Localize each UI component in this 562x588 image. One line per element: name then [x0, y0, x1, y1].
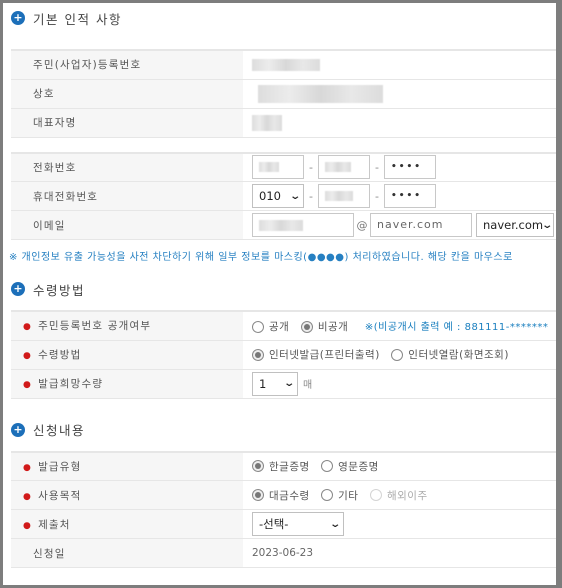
table-row: ● 발급희망수량 1 ⌄ 매 — [11, 369, 556, 399]
section-title: 신청내용 — [33, 423, 86, 438]
field-label: 사용목적 — [38, 489, 82, 502]
radio-button[interactable] — [300, 320, 313, 333]
table-row: 이메일 @ naver.com naver.com ⌄ — [11, 210, 556, 240]
radio-rrn-public[interactable]: 공개 — [252, 319, 289, 334]
receive-method-table: ● 주민등록번호 공개여부 공개 비공개 ※(비공개시 출력 예 : 881111… — [11, 310, 556, 399]
field-label: 상호 — [11, 79, 243, 109]
field-label: 수령방법 — [38, 349, 82, 361]
at-sign: @ — [356, 218, 368, 232]
field-label: 주민등록번호 공개여부 — [38, 320, 152, 333]
radio-other[interactable]: 기타 — [321, 488, 358, 503]
radio-payment-receipt[interactable]: 대금수령 — [252, 488, 310, 503]
mobile-part2-input[interactable] — [318, 184, 370, 208]
required-marker: ● — [23, 462, 33, 473]
masked-company-name — [258, 84, 383, 103]
masked-representative-name — [252, 114, 282, 131]
field-label: 신청일 — [11, 538, 243, 568]
section-title: 기본 인적 사항 — [33, 11, 122, 27]
field-label: 이메일 — [11, 210, 243, 240]
field-label: 휴대전화번호 — [11, 181, 243, 211]
table-row: ● 수령방법 인터넷발급(프린터출력) 인터넷열람(화면조회) — [11, 340, 556, 370]
table-row: 주민(사업자)등록번호 — [11, 50, 556, 80]
radio-rrn-private[interactable]: 비공개 — [300, 319, 348, 334]
phone-part1-input[interactable] — [252, 155, 304, 180]
required-marker: ● — [23, 520, 33, 531]
field-label: 제출처 — [38, 518, 71, 531]
chevron-down-icon: ⌄ — [282, 378, 295, 389]
field-label: 주민(사업자)등록번호 — [11, 50, 243, 80]
mobile-prefix-value: 010 — [259, 189, 281, 203]
table-row: 상호 — [11, 79, 556, 109]
chevron-down-icon: ⌄ — [288, 190, 301, 202]
plus-circle-icon: + — [11, 11, 25, 25]
section-title: 수령방법 — [33, 282, 86, 298]
radio-button-disabled — [369, 489, 382, 501]
rrn-private-note: ※(비공개시 출력 예 : 881111-******* — [364, 321, 549, 333]
email-domain-select[interactable]: naver.com ⌄ — [476, 213, 554, 237]
section-header-receive-method: + 수령방법 — [3, 274, 556, 304]
plus-circle-icon: + — [11, 282, 25, 296]
chevron-down-icon: ⌄ — [541, 219, 554, 231]
mobile-prefix-select[interactable]: 010 ⌄ — [252, 184, 304, 208]
contact-table: 전화번호 - - •••• 휴대전화번호 010 ⌄ - - •••• 이메일 @ naver… — [11, 151, 556, 240]
required-marker: ● — [23, 322, 33, 333]
copies-value: 1 — [259, 376, 267, 391]
application-form: + 기본 인적 사항 주민(사업자)등록번호 상호 대표자명 전화번호 - - ••… — [3, 3, 556, 585]
basic-info-table: 주민(사업자)등록번호 상호 대표자명 — [11, 49, 556, 138]
radio-internet-issue[interactable]: 인터넷발급(프린터출력) — [252, 347, 380, 362]
radio-button[interactable] — [252, 489, 264, 501]
radio-internet-view[interactable]: 인터넷열람(화면조회) — [391, 347, 509, 362]
phone-part2-input[interactable] — [318, 155, 370, 180]
radio-button[interactable] — [252, 320, 264, 333]
table-row: ● 사용목적 대금수령 기타 해외이주 — [11, 480, 556, 510]
required-marker: ● — [23, 380, 33, 390]
submit-to-select[interactable]: -선택- ⌄ — [252, 512, 344, 536]
field-label: 발급유형 — [38, 460, 82, 473]
radio-korean-cert[interactable]: 한글증명 — [252, 459, 310, 474]
table-row: 휴대전화번호 010 ⌄ - - •••• — [11, 181, 556, 211]
field-label: 발급희망수량 — [38, 378, 104, 390]
table-row: ● 주민등록번호 공개여부 공개 비공개 ※(비공개시 출력 예 : 881111… — [11, 311, 556, 341]
application-table: ● 발급유형 한글증명 영문증명 ● 사용목적 대금수령 기타 해외이주 ● 제출처 … — [11, 450, 556, 568]
section-header-basic-info: + 기본 인적 사항 — [3, 3, 556, 33]
section-header-application: + 신청내용 — [3, 415, 556, 445]
copies-unit: 매 — [303, 380, 313, 391]
table-row: 신청일 2023-06-23 — [11, 538, 556, 568]
radio-button[interactable] — [321, 489, 334, 501]
apply-date: 2023-06-23 — [243, 538, 556, 568]
email-domain-select-value: naver.com — [483, 218, 544, 232]
copies-select[interactable]: 1 ⌄ — [252, 371, 298, 396]
table-row: ● 발급유형 한글증명 영문증명 — [11, 451, 556, 481]
email-domain-input[interactable]: naver.com — [370, 213, 472, 237]
mobile-part3-input[interactable]: •••• — [384, 184, 436, 208]
field-label: 전화번호 — [11, 152, 243, 182]
chevron-down-icon: ⌄ — [328, 518, 341, 530]
phone-part3-input[interactable]: •••• — [384, 155, 436, 180]
radio-emigration: 해외이주 — [369, 488, 428, 503]
radio-button[interactable] — [252, 460, 264, 473]
radio-button[interactable] — [391, 348, 404, 361]
masked-registration-number — [252, 59, 320, 72]
radio-button[interactable] — [321, 460, 334, 473]
table-row: ● 제출처 -선택- ⌄ — [11, 509, 556, 539]
radio-english-cert[interactable]: 영문증명 — [321, 459, 379, 474]
required-marker: ● — [23, 351, 33, 361]
plus-circle-icon: + — [11, 422, 25, 437]
field-label: 대표자명 — [11, 108, 243, 138]
table-row: 대표자명 — [11, 108, 556, 138]
required-marker: ● — [23, 491, 33, 502]
masking-notice: ※ 개인정보 유출 가능성을 사전 차단하기 위해 일부 정보를 마스킹(●●●… — [9, 251, 513, 263]
radio-button[interactable] — [252, 348, 264, 361]
table-row: 전화번호 - - •••• — [11, 152, 556, 182]
email-id-input[interactable] — [252, 213, 354, 237]
submit-to-value: -선택- — [259, 517, 289, 531]
